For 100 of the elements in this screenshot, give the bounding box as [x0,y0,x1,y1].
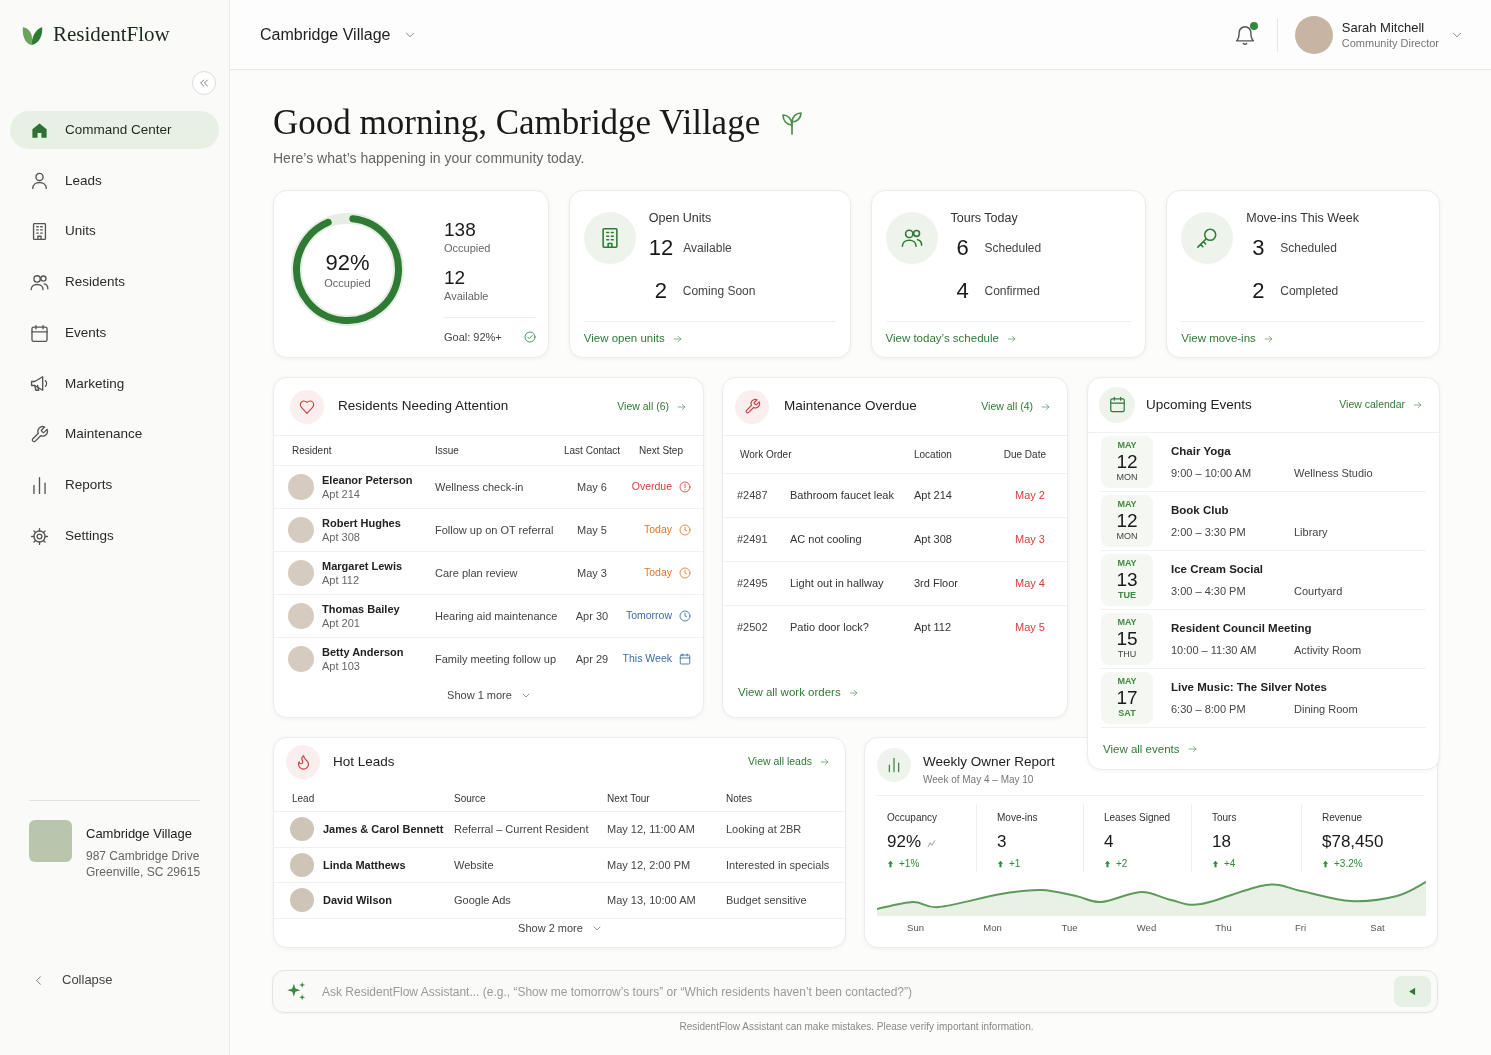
event-title: Book Club [1171,502,1230,518]
lead-name: James & Carol Bennett [323,822,444,837]
column-header: Resident [291,444,333,458]
arrow-up-icon [1212,860,1219,868]
settings-icon [30,526,49,546]
sidebar-nav-item[interactable]: Command Center [10,111,219,149]
view-all-link[interactable]: View all (6) [617,398,686,415]
column-header: Work Order [740,448,793,462]
view-all-link[interactable]: View all (4) [981,398,1050,415]
stat-value: 2 [653,278,668,304]
stat-card-title: Open Units [648,210,713,226]
event-month: MAY [1117,676,1137,688]
event-time: 3:00 – 4:30 PM [1171,583,1247,599]
event-location: Library [1294,524,1328,540]
event-title: Chair Yoga [1171,443,1232,459]
event-location: Courtyard [1294,583,1343,599]
sidebar-nav-item[interactable]: Maintenance [10,415,219,454]
occupancy-caption: Occupied [324,275,371,290]
clock-icon [679,567,691,579]
lead-source: Website [454,857,495,873]
lead-avatar [290,817,314,842]
lead-notes: Budget sensitive [726,893,808,908]
sidebar-nav-item[interactable]: Residents [10,263,219,302]
event-day: 15 [1116,628,1138,650]
lead-avatar [290,852,314,877]
send-button[interactable] [1394,976,1431,1007]
view-link[interactable]: View today’s schedule [885,329,1016,348]
show-more-button[interactable]: Show 2 more [518,920,601,937]
next-step-status: This Week [622,651,672,667]
community-name: Cambridge Village [86,825,193,843]
assistant-input[interactable]: Ask ResidentFlow Assistant... (e.g., “Show me tomorrow’s tours” or “Which residents haven’t been contacted?”) [272,970,1438,1013]
event-time: 2:00 – 3:30 PM [1171,524,1247,540]
view-all-link[interactable]: View all leads [748,754,829,770]
mini-trend-icon [927,840,937,848]
sidebar-nav-item[interactable]: Marketing [10,364,219,403]
issue-text: Wellness check-in [435,479,525,495]
lead-source: Referral – Current Resident [454,822,590,837]
event-location: Activity Room [1294,642,1362,658]
stat-value: 138 [444,219,477,241]
event-time: 6:30 – 8:00 PM [1171,701,1247,717]
resident-avatar [288,646,314,672]
event-month: MAY [1117,499,1137,511]
last-contact-date: May 6 [576,479,608,495]
collapse-button[interactable]: Collapse [34,968,113,992]
sidebar-nav-item[interactable]: Leads [10,161,219,200]
event-location: Dining Room [1294,701,1358,717]
metric-change: +4 [1224,857,1236,871]
next-step-status: Tomorrow [625,608,672,624]
due-date: May 2 [1015,488,1045,504]
arrow-up-icon [1322,860,1329,868]
column-header: Next Step [638,444,684,458]
show-more-button[interactable]: Show 1 more [447,686,530,704]
work-order-location: Apt 308 [914,532,953,548]
view-link[interactable]: View move-ins [1181,329,1273,348]
collapse-sidebar-button[interactable] [192,71,216,95]
community-address: Greenville, SC 29615 [86,864,201,880]
notification-bell-icon[interactable] [1234,23,1255,46]
user-avatar[interactable] [1294,15,1333,54]
apartment-number: Apt 103 [322,659,361,673]
event-weekday: THU [1117,649,1137,661]
event-time: 9:00 – 10:00 AM [1171,465,1253,481]
sparkles-icon [286,981,307,1002]
people-icon [30,272,49,292]
last-contact-date: May 3 [576,565,608,581]
column-header: Lead [291,792,316,806]
metric-label: Occupancy [887,811,939,825]
user-name: Sarah Mitchell [1341,18,1426,36]
event-weekday: MON [1116,472,1138,484]
person-icon [30,171,49,191]
stat-value: 12 [444,267,467,289]
lead-notes: Looking at 2BR [726,822,803,837]
view-link[interactable]: View open units [583,329,682,348]
sidebar-nav-item[interactable]: Events [10,314,219,352]
view-link[interactable]: View all work orders [738,684,858,702]
metric-value: 92% [887,831,922,853]
sidebar-nav-item[interactable]: Units [10,212,219,251]
apartment-number: Apt 201 [322,616,361,630]
resident-name: Margaret Lewis [322,559,403,573]
event-title: Ice Cream Social [1171,561,1265,577]
community-photo-placeholder [29,820,72,862]
chevron-down-icon[interactable] [1452,31,1462,38]
greeting-title: Good morning, Cambridge Village [273,102,761,144]
view-all-link[interactable]: View calendar [1339,397,1422,413]
community-selector[interactable]: Cambridge Village [260,22,416,47]
stat-label: Scheduled [1280,240,1337,257]
column-header: Notes [726,792,754,806]
issue-text: Care plan review [435,565,519,581]
resident-name: Robert Hughes [322,516,401,530]
sidebar-nav-item[interactable]: Reports [10,466,219,505]
day-label: Wed [1135,921,1158,935]
metric-change: +1% [899,857,920,871]
apartment-number: Apt 112 [322,573,361,587]
occupancy-percent: 92% [325,249,370,276]
view-link[interactable]: View all events [1103,740,1197,759]
sidebar-nav-item[interactable]: Settings [10,517,219,555]
work-order-number: #2502 [737,620,769,636]
metric-change: +3.2% [1334,857,1363,871]
event-weekday: TUE [1118,590,1136,602]
event-weekday: MON [1116,531,1138,543]
double-chevron-left-icon [199,78,209,88]
